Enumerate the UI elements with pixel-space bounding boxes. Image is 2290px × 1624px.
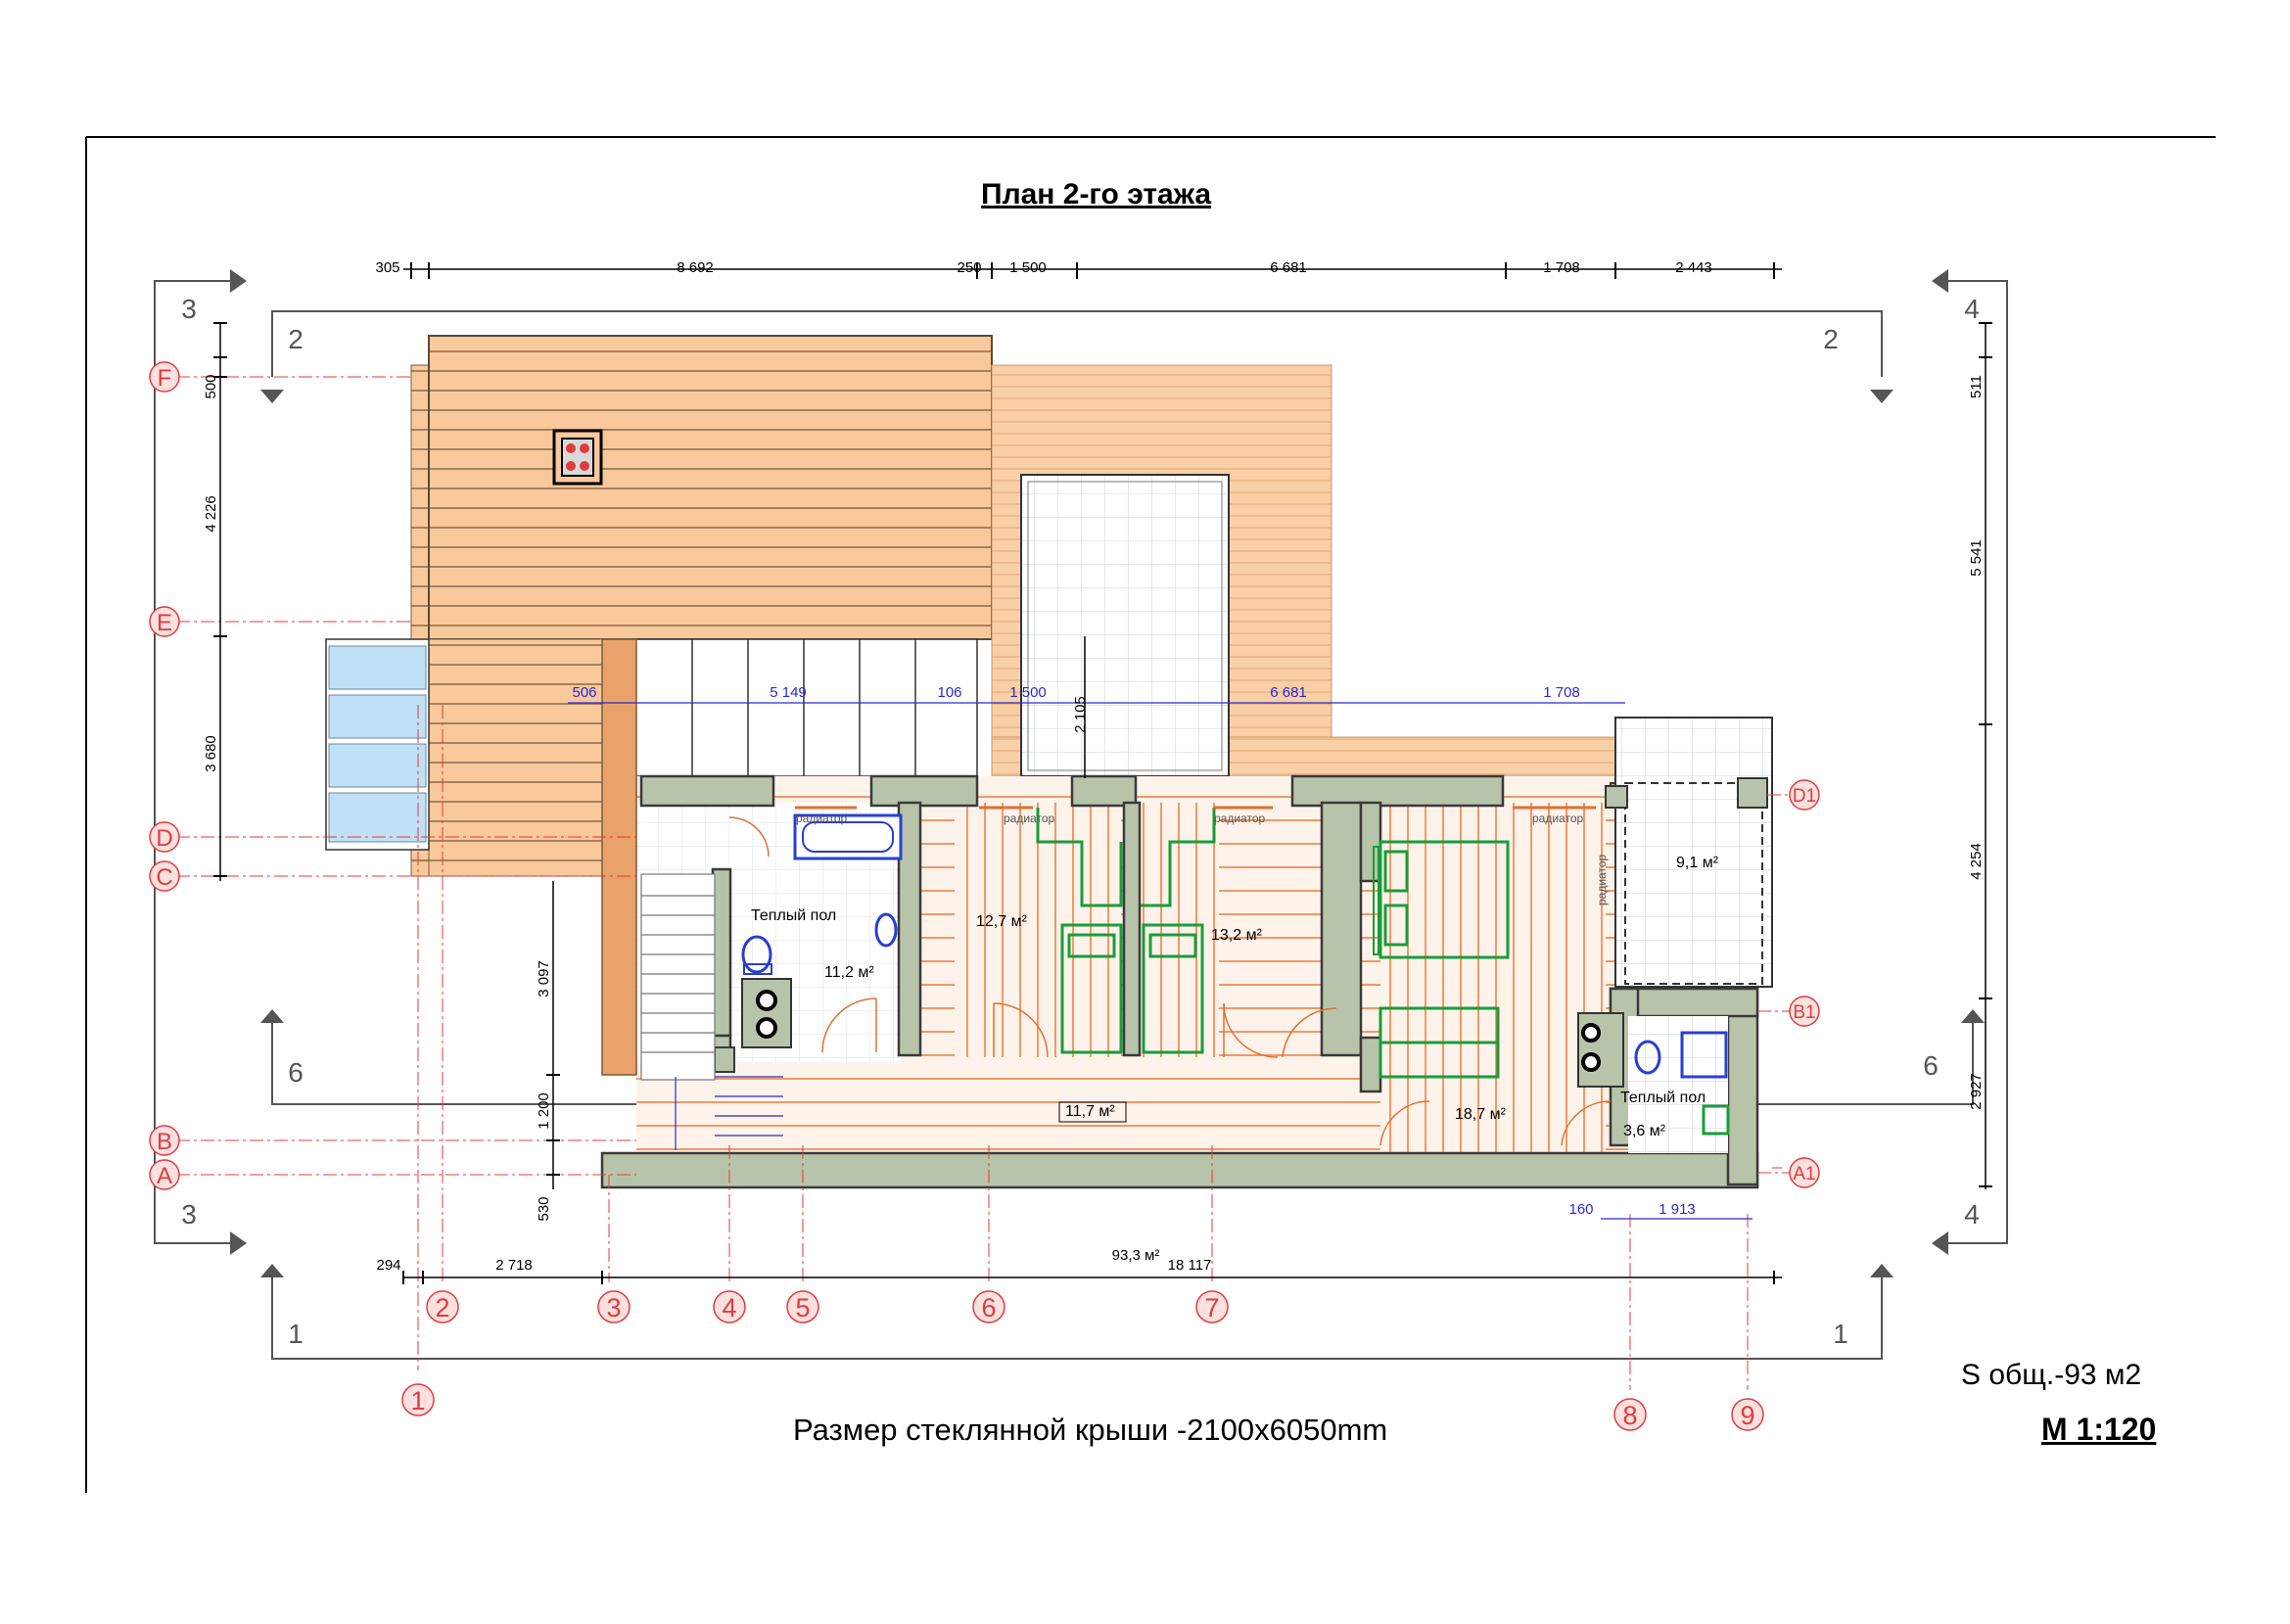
section-mark-6-right: 6 (1923, 1050, 1939, 1081)
section-mark-2-right: 2 (1823, 324, 1839, 354)
section-mark-2-left: 2 (288, 324, 304, 354)
beam (601, 638, 637, 1076)
room3-area: 18,7 м² (1455, 1106, 1507, 1123)
scale-label: М 1:120 (2041, 1412, 2157, 1447)
axis-row-F: F (158, 365, 172, 392)
stairs (640, 873, 716, 1081)
dim-right-4: 2 927 (1968, 1073, 1985, 1110)
bath1-label: Теплый пол (751, 907, 836, 924)
section-mark-1-right: 1 (1833, 1319, 1848, 1349)
glass-roof-note: Размер стеклянной крыши -2100x6050mm (793, 1413, 1388, 1447)
dim-inner-5: 6 681 (1270, 684, 1307, 701)
axis-col-2: 2 (435, 1293, 449, 1322)
axis-row-D: D (156, 825, 172, 852)
roof-main (428, 335, 993, 640)
glass-roof (1020, 474, 1230, 777)
axis-col-8: 8 (1622, 1401, 1637, 1430)
floor-plan-drawing: 305 8 692 250 1 500 6 681 1 708 2 443 50… (85, 136, 2216, 1493)
dim-top-1: 305 (375, 259, 399, 276)
axis-col-7: 7 (1204, 1293, 1219, 1322)
dim-top-3: 250 (957, 259, 981, 276)
radiator-label-4: радиатор (1532, 812, 1583, 825)
dim-left-4: 3 097 (536, 960, 552, 998)
radiator-label-1: радиатор (796, 812, 847, 825)
room1-area: 12,7 м² (976, 913, 1028, 930)
dim-top-4: 1 500 (1009, 259, 1047, 276)
dim-top-5: 6 681 (1270, 259, 1307, 276)
axis-row-A1: A1 (1793, 1164, 1815, 1184)
axis-row-B: B (157, 1129, 172, 1155)
radiator-label-3: радиатор (1214, 812, 1265, 825)
total-area: 93,3 м² (1112, 1247, 1160, 1264)
dim-top-7: 2 443 (1675, 259, 1712, 276)
radiator-label-2: радиатор (1004, 812, 1054, 825)
dim-top-2: 8 692 (677, 259, 714, 276)
dim-bottom-right-1: 160 (1568, 1201, 1593, 1218)
dim-inner-3: 106 (937, 684, 961, 701)
bath2-label: Теплый пол (1620, 1090, 1706, 1106)
axis-row-A: A (157, 1163, 172, 1189)
hall-area: 11,7 м² (1065, 1103, 1115, 1120)
balcony-area: 9,1 м² (1676, 855, 1719, 871)
roof-lower-left (428, 638, 606, 877)
axis-col-3: 3 (606, 1293, 621, 1322)
dim-glass-roof: 2 105 (1072, 696, 1089, 733)
room2-area: 13,2 м² (1211, 927, 1263, 944)
section-mark-4-bottom-right: 4 (1964, 1199, 1980, 1230)
section-mark-4-top-right: 4 (1964, 294, 1980, 324)
dim-right-3: 4 254 (1968, 843, 1985, 880)
axis-col-6: 6 (981, 1293, 996, 1322)
dim-right-2: 5 541 (1968, 539, 1985, 577)
page-title: План 2-го этажа (981, 178, 1212, 210)
dim-bottom-1: 294 (376, 1257, 400, 1274)
axis-col-9: 9 (1740, 1401, 1754, 1430)
boiler-2 (1577, 1012, 1624, 1088)
dim-bottom-3: 18 117 (1168, 1257, 1212, 1274)
axis-col-5: 5 (795, 1293, 810, 1322)
dim-bottom-2: 2 718 (495, 1257, 533, 1274)
dim-left-3: 3 680 (203, 735, 219, 772)
section-mark-6-left: 6 (288, 1057, 304, 1088)
dim-inner-1: 506 (572, 684, 596, 701)
axis-row-B1: B1 (1793, 1002, 1815, 1023)
dim-left-2: 4 226 (203, 495, 219, 533)
dim-inner-6: 1 708 (1543, 684, 1580, 701)
axis-row-E: E (157, 610, 172, 636)
dim-top-6: 1 708 (1543, 259, 1580, 276)
bath1-area: 11,2 м² (824, 964, 874, 981)
axis-row-D1: D1 (1793, 786, 1816, 807)
axis-col-1: 1 (410, 1386, 425, 1415)
dim-left-1: 500 (203, 374, 219, 398)
section-mark-3-top-left: 3 (181, 294, 197, 324)
axis-row-C: C (156, 864, 172, 891)
bath2-area: 3,6 м² (1623, 1123, 1666, 1139)
dim-inner-2: 5 149 (770, 684, 807, 701)
axis-col-4: 4 (722, 1293, 736, 1322)
dim-bottom-right-2: 1 913 (1659, 1201, 1696, 1218)
dim-left-6: 530 (536, 1196, 552, 1221)
total-area-note: S общ.-93 м2 (1961, 1359, 2142, 1391)
floor-plan-sheet: 305 8 692 250 1 500 6 681 1 708 2 443 50… (0, 0, 2290, 1619)
section-mark-1-left: 1 (288, 1319, 304, 1349)
section-mark-3-bottom-left: 3 (181, 1199, 197, 1230)
dim-left-5: 1 200 (536, 1092, 552, 1130)
dim-inner-4: 1 500 (1009, 684, 1047, 701)
dim-right-1: 511 (1968, 375, 1985, 398)
radiator-label-5: радиатор (1595, 855, 1609, 905)
